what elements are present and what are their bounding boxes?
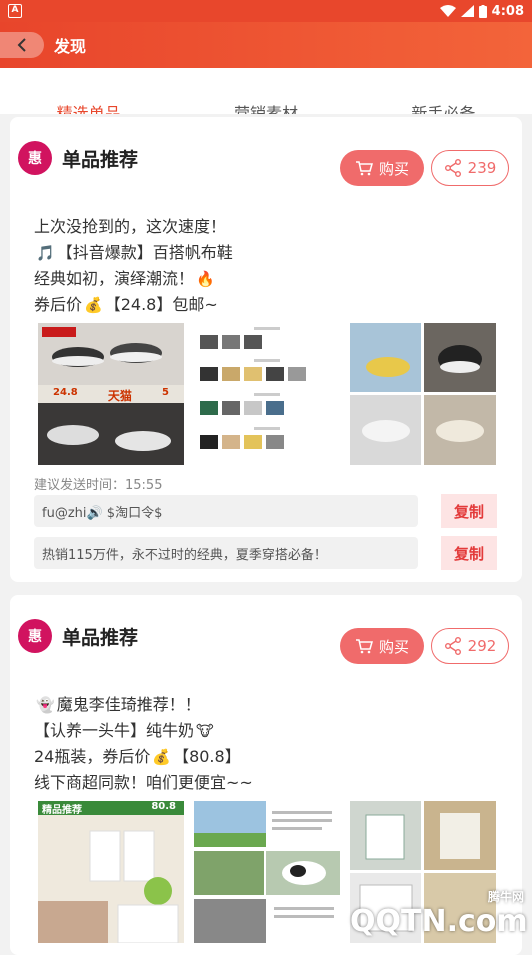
chevron-left-icon [17,38,26,52]
buy-button[interactable]: 购买 [340,628,424,664]
cart-icon [355,161,373,176]
back-button[interactable] [0,32,44,58]
desc-text: 【认养一头牛】纯牛奶 [34,721,195,740]
card-description: 上次没抢到的，这次速度！ 🎵 【抖音爆款】百搭帆布鞋 经典如初，演绎潮流！ 🔥 券后… [34,214,233,318]
avatar: 惠 [18,141,52,175]
watermark-text: QQTN.com [350,904,528,939]
battery-icon [478,4,487,18]
status-bar: A 4:08 [0,0,532,22]
send-time: 建议发送时间：15:55 [34,478,163,493]
farm-photo [194,801,340,943]
desc-line: 24瓶装，券后价 💰 【80.8】 [34,744,253,770]
card-title: 单品推荐 [62,148,139,171]
desc-text: 【80.8】 [173,747,241,766]
tab-beginner[interactable]: 新手必备 [411,100,475,114]
product-image[interactable]: 24.8 天猫 5 [38,323,184,465]
signal-icon [460,5,474,17]
milk-photo [38,801,184,943]
product-image[interactable] [194,801,340,943]
app-bar: 发现 [0,22,532,68]
product-image[interactable] [194,323,340,465]
watermark-sub: 腾牛网 [487,890,524,904]
wifi-icon [439,5,456,17]
image-price: 80.8 [151,801,176,812]
copy-text-row: fu@zhi🔊 $淘口令$ [34,495,418,527]
money-bag-icon: 💰 [152,748,172,766]
desc-line: 线下商超同款！咱们更便宜~~ [34,770,253,796]
desc-line: 👻 魔鬼李佳琦推荐！！ [34,692,253,718]
card-header: 惠 单品推荐 [18,141,138,175]
product-image[interactable] [350,323,496,465]
ghost-icon: 👻 [36,696,55,714]
desc-line: 上次没抢到的，这次速度！ [34,214,233,240]
tab-marketing[interactable]: 营销素材 [234,100,298,114]
copy-text: 热销115万件，永不过时的经典，夏季穿搭必备！ [42,547,327,563]
share-button[interactable]: 239 [431,150,509,186]
price-banner: 24.8 天猫 5 [38,387,184,403]
desc-line: 经典如初，演绎潮流！ 🔥 [34,266,233,292]
share-icon [444,637,461,655]
copy-text-row: 热销115万件，永不过时的经典，夏季穿搭必备！ [34,537,418,569]
desc-text: 券后价 [34,295,83,314]
coupon-label: 5 [161,387,169,398]
desc-text: 经典如初，演绎潮流！ [34,269,195,288]
buy-button[interactable]: 购买 [340,150,424,186]
music-note-icon: 🎵 [36,244,55,262]
image-tag: 精品推荐 [42,805,82,816]
share-count: 292 [467,637,497,655]
share-icon [444,159,461,177]
product-image[interactable]: 精品推荐 80.8 [38,801,184,943]
price-label: 24.8 [53,387,78,398]
page-title: 发现 [54,37,87,56]
copy-text: fu@zhi🔊 $淘口令$ [42,505,163,521]
tab-bar: 精选单品 营销素材 新手必备 [0,68,532,114]
card-description: 👻 魔鬼李佳琦推荐！！ 【认养一头牛】纯牛奶 🐮 24瓶装，券后价 💰 【80.8】 线… [34,692,253,796]
desc-text: 魔鬼李佳琦推荐！！ [56,695,201,714]
money-bag-icon: 💰 [84,296,103,314]
shoe-grid-photo [350,323,496,465]
avatar: 惠 [18,619,52,653]
notification-icon: A [8,4,22,18]
buy-label: 购买 [378,637,409,656]
product-images: 24.8 天猫 5 [38,323,496,465]
buy-label: 购买 [378,159,409,178]
desc-text: 24瓶装，券后价 [34,747,151,766]
tab-featured[interactable]: 精选单品 [57,100,121,114]
desc-line: 【认养一头牛】纯牛奶 🐮 [34,718,253,744]
card-title: 单品推荐 [62,626,139,649]
desc-text: 线下商超同款！咱们更便宜~~ [34,773,253,792]
share-button[interactable]: 292 [431,628,509,664]
card-header: 惠 单品推荐 [18,619,138,653]
desc-line: 🎵 【抖音爆款】百搭帆布鞋 [34,240,233,266]
copy-button[interactable]: 复制 [441,536,497,570]
desc-text: 上次没抢到的，这次速度！ [34,217,227,236]
cart-icon [355,639,373,654]
copy-button[interactable]: 复制 [441,494,497,528]
desc-text: 【抖音爆款】百搭帆布鞋 [56,243,233,262]
cow-icon: 🐮 [196,722,214,740]
share-count: 239 [467,159,497,177]
status-time: 4:08 [491,3,524,19]
product-card: 惠 单品推荐 购买 239 上次没抢到的，这次速度！ 🎵 【抖音爆款】百搭帆布鞋 … [10,117,522,582]
watermark-logo: 腾牛网 QQTN.com [330,888,532,944]
desc-line: 券后价 💰 【24.8】包邮~ [34,292,233,318]
fire-icon: 🔥 [196,270,215,288]
tmall-label: 天猫 [107,389,132,403]
desc-text: 【24.8】包邮~ [104,295,218,314]
color-chart-photo [200,327,306,449]
